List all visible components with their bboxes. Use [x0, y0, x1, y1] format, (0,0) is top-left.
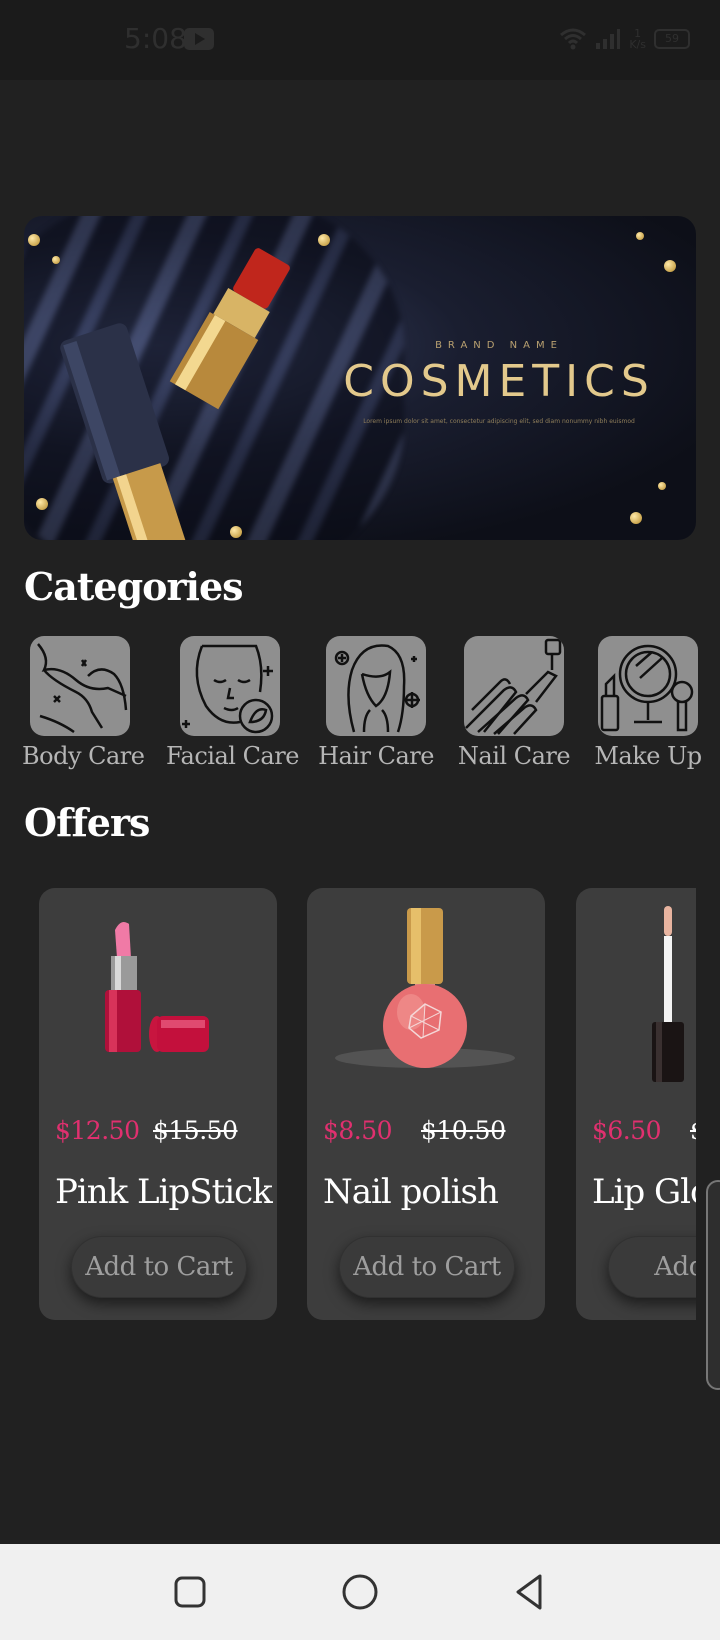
make-up-icon [598, 636, 698, 736]
wifi-icon [560, 28, 587, 50]
pink-lipstick-image [105, 922, 209, 1052]
gold-sparkle [28, 234, 40, 246]
add-to-cart-button[interactable]: Add to Cart [339, 1236, 515, 1298]
offer-card[interactable]: $6.50 $ Lip Glos Add to [576, 888, 696, 1320]
offers-title: Offers [24, 800, 150, 845]
promo-banner[interactable]: BRAND NAME COSMETICS Lorem ipsum dolor s… [24, 216, 696, 540]
status-bar: 5:08 1 K/s 59 [0, 0, 720, 80]
offer-old-price: $15.50 [153, 1116, 238, 1145]
offer-name: Nail polish [323, 1172, 499, 1212]
category-label: Hair Care [318, 742, 434, 770]
categories-title: Categories [24, 564, 244, 609]
home-icon[interactable] [340, 1572, 380, 1612]
banner-brand: BRAND NAME [435, 340, 563, 351]
category-facial-care[interactable]: Facial Care [166, 636, 299, 770]
battery-icon: 59 [654, 29, 690, 49]
youtube-notification-icon [184, 28, 214, 50]
nail-care-icon [464, 636, 564, 736]
category-label: Facial Care [166, 742, 299, 770]
offer-price: $12.50 [55, 1116, 140, 1145]
gold-sparkle [630, 512, 642, 524]
hair-care-icon [326, 636, 426, 736]
gold-sparkle [658, 482, 666, 490]
offer-old-price: $ [690, 1116, 696, 1145]
lip-gloss-image [652, 906, 684, 1082]
banner-title: COSMETICS [343, 356, 655, 407]
offers-carousel[interactable]: $12.50 $15.50 Pink LipStick Add to Cart … [0, 886, 696, 1322]
gold-sparkle [52, 256, 60, 264]
floating-side-handle[interactable] [706, 1180, 720, 1390]
gold-sparkle [318, 234, 330, 246]
offer-card[interactable]: $12.50 $15.50 Pink LipStick Add to Cart [39, 888, 277, 1320]
category-hair-care[interactable]: Hair Care [318, 636, 434, 770]
offer-price: $6.50 [592, 1116, 662, 1145]
gold-sparkle [664, 260, 676, 272]
facial-care-icon [180, 636, 280, 736]
gold-sparkle [36, 498, 48, 510]
network-speed-unit: K/s [629, 38, 646, 51]
status-time: 5:08 [124, 22, 187, 55]
status-icons: 1 K/s 59 [559, 24, 690, 54]
category-label: Make Up [594, 742, 702, 770]
offer-name: Lip Glos [592, 1172, 696, 1212]
banner-products-image [60, 248, 290, 540]
category-body-care[interactable]: Body Care [22, 636, 145, 770]
system-nav-bar [0, 1544, 720, 1640]
gold-sparkle [230, 526, 242, 538]
body-care-icon [30, 636, 130, 736]
offer-old-price: $10.50 [421, 1116, 506, 1145]
recent-apps-icon[interactable] [170, 1572, 210, 1612]
network-speed: 1 K/s [629, 28, 646, 50]
category-label: Body Care [22, 742, 145, 770]
category-nail-care[interactable]: Nail Care [456, 636, 572, 770]
category-label: Nail Care [457, 742, 571, 770]
category-make-up[interactable]: Make Up [590, 636, 706, 770]
offer-price: $8.50 [323, 1116, 393, 1145]
banner-subtitle: Lorem ipsum dolor sit amet, consectetur … [363, 418, 635, 425]
offer-name: Pink LipStick [55, 1172, 273, 1212]
offer-card[interactable]: $8.50 $10.50 Nail polish Add to Cart [307, 888, 545, 1320]
back-icon[interactable] [510, 1572, 550, 1612]
signal-icon [596, 29, 621, 49]
nail-polish-image [335, 908, 515, 1068]
add-to-cart-button[interactable]: Add to [608, 1236, 696, 1298]
gold-sparkle [636, 232, 644, 240]
add-to-cart-button[interactable]: Add to Cart [71, 1236, 247, 1298]
